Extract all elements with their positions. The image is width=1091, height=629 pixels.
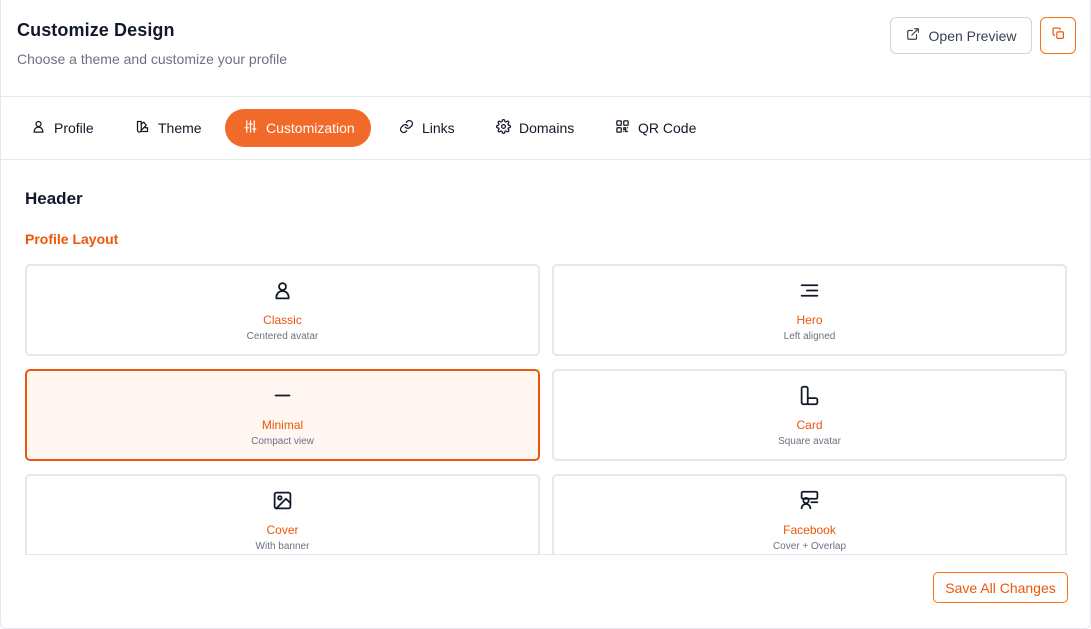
layout-option-name: Hero [796, 313, 823, 327]
tab-label: QR Code [638, 120, 697, 136]
page-subtitle: Choose a theme and customize your profil… [17, 51, 288, 67]
app-frame: Customize Design Choose a theme and cust… [0, 0, 1091, 629]
layout-option-desc: Square avatar [778, 436, 841, 447]
layout-option-classic[interactable]: Classic Centered avatar [25, 264, 540, 356]
swatch-icon [135, 119, 150, 137]
external-link-icon [906, 27, 920, 44]
layout-option-name: Cover [266, 523, 299, 537]
save-all-changes-button[interactable]: Save All Changes [933, 572, 1068, 603]
layout-option-cover[interactable]: Cover With banner [25, 474, 540, 554]
image-icon [272, 490, 293, 512]
layout-option-desc: Cover + Overlap [772, 541, 847, 552]
layout-option-desc: With banner [255, 541, 310, 552]
layout-option-name: Facebook [783, 523, 836, 537]
tab-label: Customization [266, 120, 355, 136]
layout-option-desc: Compact view [251, 436, 314, 447]
sliders-icon [243, 119, 258, 137]
layout-option-hero[interactable]: Hero Left aligned [552, 264, 1067, 356]
open-preview-button[interactable]: Open Preview [890, 17, 1032, 54]
tab-label: Domains [519, 120, 575, 136]
layout-options-grid: Classic Centered avatar Hero Left aligne… [25, 264, 1069, 555]
layout-option-desc: Centered avatar [246, 331, 319, 342]
profile-layout-label: Profile Layout [25, 231, 119, 247]
minus-icon [272, 385, 293, 407]
layout-option-name: Classic [263, 313, 302, 327]
link-icon [399, 119, 414, 137]
tab-domains[interactable]: Domains [482, 109, 588, 147]
page-title: Customize Design [17, 20, 175, 40]
copy-button[interactable] [1040, 17, 1076, 54]
tab-label: Theme [158, 120, 202, 136]
tab-label: Profile [54, 120, 94, 136]
tab-bar: Profile Theme Customization Links Domain… [1, 97, 1091, 160]
open-preview-label: Open Preview [928, 27, 1017, 44]
section-title: Header [25, 189, 83, 208]
cover-overlap-icon [799, 490, 820, 512]
layout-option-card[interactable]: Card Square avatar [552, 369, 1067, 461]
page-header: Customize Design Choose a theme and cust… [1, 0, 1091, 97]
tab-links[interactable]: Links [385, 109, 469, 147]
layout-option-facebook[interactable]: Facebook Cover + Overlap [552, 474, 1067, 554]
user-icon [272, 280, 293, 302]
user-icon [31, 119, 46, 137]
qr-code-icon [615, 119, 630, 137]
gear-icon [496, 119, 511, 137]
tab-qr-code[interactable]: QR Code [601, 109, 710, 147]
align-lines-icon [799, 280, 820, 302]
tab-profile[interactable]: Profile [17, 109, 108, 147]
tab-label: Links [422, 120, 455, 136]
layout-option-minimal[interactable]: Minimal Compact view [25, 369, 540, 461]
tab-customization[interactable]: Customization [225, 109, 371, 147]
layout-option-desc: Left aligned [783, 331, 836, 342]
card-shape-icon [799, 385, 820, 407]
copy-icon [1051, 26, 1065, 45]
layout-option-name: Minimal [261, 418, 304, 432]
tab-theme[interactable]: Theme [121, 109, 216, 147]
layout-option-name: Card [796, 418, 823, 432]
